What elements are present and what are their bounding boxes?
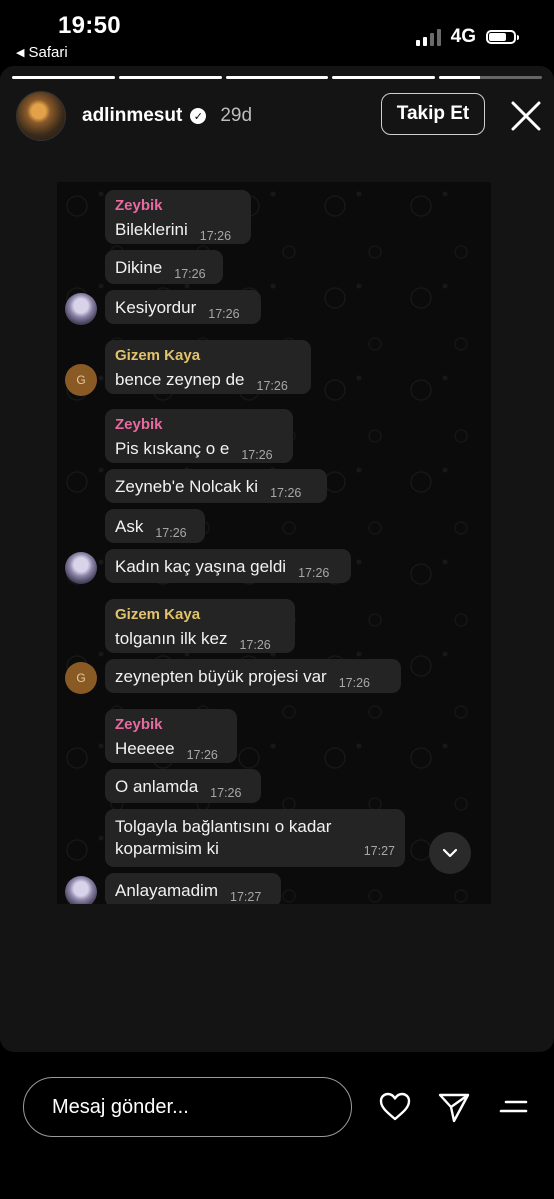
story-age: 29d	[220, 105, 253, 126]
message-text: O anlamda	[115, 777, 199, 796]
message-text: Bileklerini	[115, 220, 188, 239]
message-sender: Zeybik	[115, 197, 163, 214]
message-bubble: Ask 17:26	[105, 509, 205, 543]
chat-screenshot: Zeybik Bileklerini 17:26 Dikine 17:26 Kesi…	[57, 182, 491, 904]
avatar[interactable]	[65, 876, 97, 904]
network-type: 4G	[450, 26, 476, 47]
message-time: 17:26	[298, 566, 330, 580]
avatar[interactable]	[65, 552, 97, 584]
follow-button[interactable]: Takip Et	[381, 93, 485, 135]
message-time: 17:26	[270, 486, 302, 500]
message-text: Pis kıskanç o e	[115, 439, 230, 458]
avatar[interactable]: G	[65, 364, 97, 396]
message-bubble: Zeybik Pis kıskanç o e 17:26	[105, 409, 293, 463]
message-time: 17:26	[186, 748, 218, 762]
scroll-down-button[interactable]	[429, 832, 471, 874]
heart-icon[interactable]	[378, 1090, 412, 1124]
message-bubble: zeynepten büyük projesi var 17:26	[105, 659, 401, 693]
message-time: 17:26	[174, 267, 206, 281]
chevron-down-icon	[442, 848, 458, 858]
message-time: 17:26	[338, 676, 370, 690]
message-time: 17:26	[199, 229, 232, 243]
progress-segment	[118, 76, 222, 79]
message-input[interactable]: Mesaj gönder...	[23, 1077, 352, 1137]
message-text: Kesiyordur	[115, 298, 197, 317]
message-sender: Zeybik	[115, 716, 163, 733]
message-text: zeynepten büyük projesi var	[115, 667, 327, 686]
message-time: 17:26	[210, 786, 242, 800]
message-bubble: Dikine 17:26	[105, 250, 223, 284]
message-bubble: Zeybik Heeeee 17:26	[105, 709, 237, 763]
message-text: Heeeee	[115, 739, 175, 758]
verified-icon: ✓	[190, 108, 207, 124]
avatar[interactable]	[65, 293, 97, 325]
message-text: tolganın ilk kez	[115, 629, 228, 648]
battery-icon	[486, 30, 519, 44]
message-time: 17:27	[363, 844, 395, 858]
back-triangle-icon: ◀	[16, 47, 25, 59]
story-progress	[12, 76, 542, 79]
message-placeholder: Mesaj gönder...	[52, 1095, 189, 1118]
status-indicators: 4G	[415, 26, 519, 48]
message-text: bence zeynep de	[115, 370, 245, 389]
message-text: Kadın kaç yaşına geldi	[115, 557, 287, 576]
message-bubble: Zeybik Bileklerini 17:26	[105, 190, 251, 244]
story-header: adlinmesut ✓ 29d Takip Et	[16, 91, 543, 141]
message-time: 17:26	[239, 638, 271, 652]
message-time: 17:26	[241, 448, 273, 462]
message-bubble: Gizem Kaya tolganın ilk kez 17:26	[105, 599, 295, 653]
message-bubble: Gizem Kaya bence zeynep de 17:26	[105, 340, 311, 394]
message-time: 17:26	[256, 379, 288, 393]
message-time: 17:26	[208, 307, 240, 321]
progress-segment	[225, 76, 329, 79]
message-sender: Gizem Kaya	[115, 347, 201, 364]
progress-segment	[12, 76, 115, 79]
back-to-app[interactable]: ◀ Safari	[16, 44, 68, 61]
message-time: 17:26	[155, 526, 187, 540]
message-time: 17:27	[230, 890, 262, 904]
menu-icon[interactable]	[497, 1090, 531, 1124]
message-bubble: Tolgayla bağlantısını o kadar koparmisim…	[105, 809, 405, 867]
message-bubble: Kadın kaç yaşına geldi 17:26	[105, 549, 351, 583]
message-text: Dikine	[115, 258, 163, 277]
message-text: Ask	[115, 517, 144, 536]
message-text: Anlayamadim	[115, 881, 218, 900]
message-sender: Gizem Kaya	[115, 606, 201, 623]
send-icon[interactable]	[437, 1090, 471, 1124]
message-bubble: O anlamda 17:26	[105, 769, 261, 803]
signal-icon	[415, 28, 441, 46]
message-text: Zeyneb'e Nolcak ki	[115, 477, 259, 496]
message-sender: Zeybik	[115, 416, 163, 433]
progress-segment	[332, 76, 436, 79]
story-viewer[interactable]: adlinmesut ✓ 29d Takip Et Zeybik Bilekle…	[0, 66, 554, 1052]
message-bubble: Zeyneb'e Nolcak ki 17:26	[105, 469, 327, 503]
progress-segment	[439, 76, 542, 79]
close-icon[interactable]	[509, 99, 543, 133]
story-username[interactable]: adlinmesut	[82, 105, 182, 127]
message-bubble: Anlayamadim 17:27	[105, 873, 281, 904]
message-text: Tolgayla bağlantısını o kadar koparmisim…	[115, 817, 332, 858]
avatar[interactable]	[16, 91, 66, 141]
avatar[interactable]: G	[65, 662, 97, 694]
message-bubble: Kesiyordur 17:26	[105, 290, 261, 324]
back-app-label: Safari	[28, 44, 68, 61]
status-time: 19:50	[58, 12, 121, 39]
